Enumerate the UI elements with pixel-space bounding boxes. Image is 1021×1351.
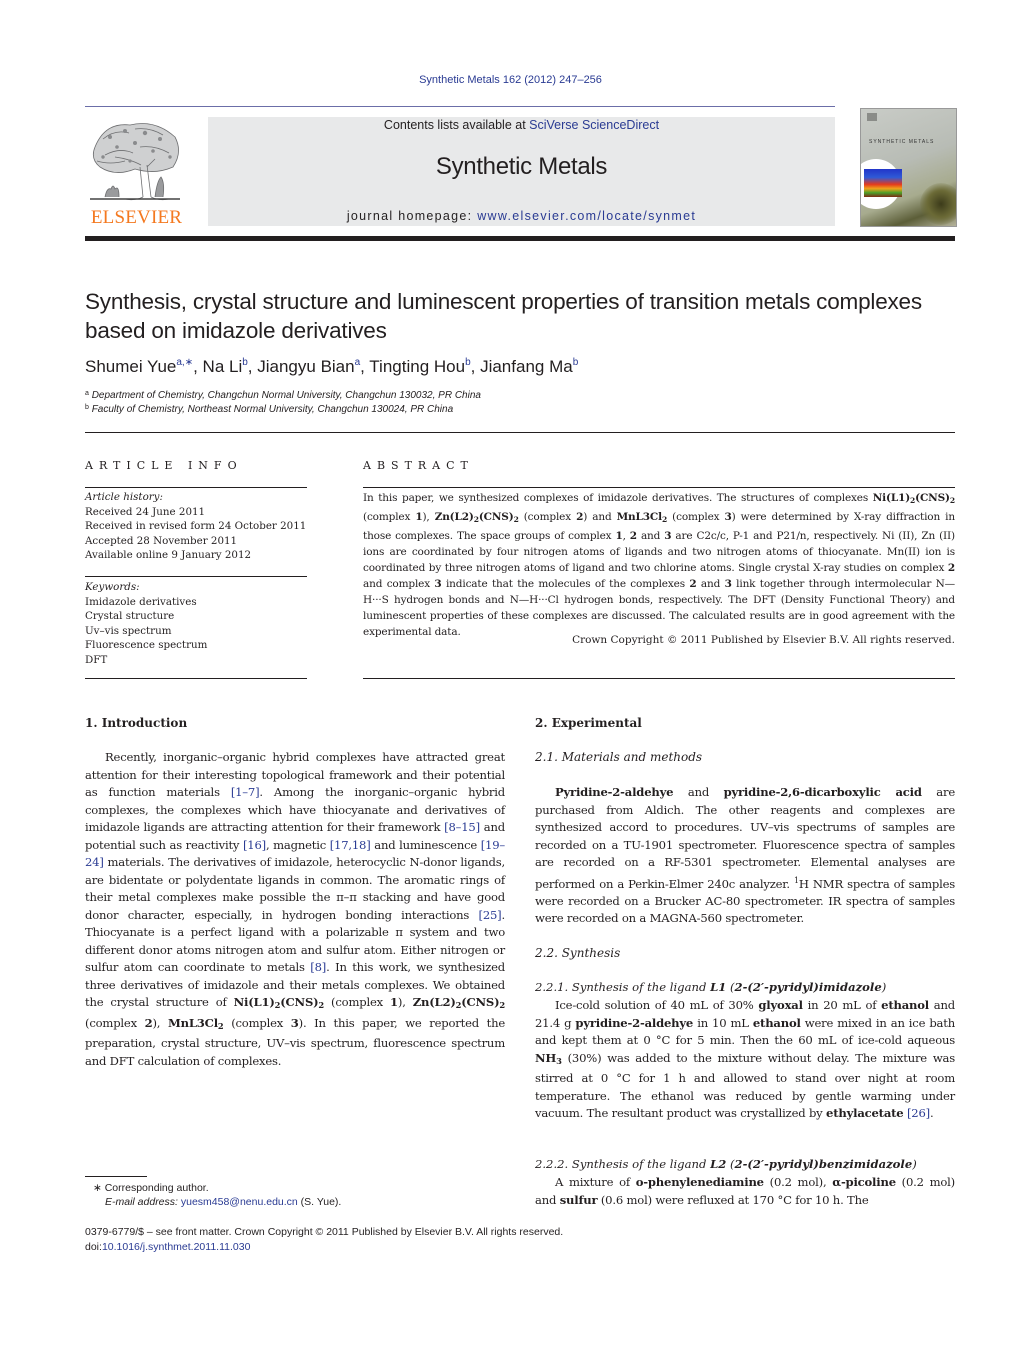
reference-link[interactable]: [16] xyxy=(243,838,266,852)
corresponding-author-note: ∗ Corresponding author. xyxy=(93,1182,209,1194)
abstract-text: In this paper, we synthesized complexes … xyxy=(363,492,955,638)
doi-line: doi:10.1016/j.synthmet.2011.11.030 xyxy=(85,1241,250,1253)
affiliation-b: b Faculty of Chemistry, Northeast Normal… xyxy=(85,404,454,415)
front-matter-note: 0379-6779/$ – see front matter. Crown Co… xyxy=(85,1226,564,1238)
article-info-heading: ARTICLE INFO xyxy=(85,459,243,472)
journal-homepage-line: journal homepage: www.elsevier.com/locat… xyxy=(208,209,835,223)
author-affiliation-mark[interactable]: a,∗ xyxy=(176,357,193,368)
article-history: Article history: Received 24 June 2011 R… xyxy=(85,490,307,563)
affiliation-a: a Department of Chemistry, Changchun Nor… xyxy=(85,390,481,401)
elsevier-logo[interactable]: ELSEVIER xyxy=(85,117,188,230)
sciencedirect-link[interactable]: SciVerse ScienceDirect xyxy=(529,118,659,132)
history-accepted: Accepted 28 November 2011 xyxy=(85,534,238,547)
reference-link[interactable]: [17,18] xyxy=(330,838,371,852)
contents-line: Contents lists available at SciVerse Sci… xyxy=(208,118,835,132)
subsubsection-heading-l2: 2.2.2. Synthesis of the ligand L2 (2-(2′… xyxy=(535,1157,917,1171)
abstract-heading: ABSTRACT xyxy=(363,459,474,472)
keyword: Imidazole derivatives xyxy=(85,595,197,608)
author[interactable]: Jiangyu Biana xyxy=(257,357,360,376)
keyword: DFT xyxy=(85,653,108,666)
author[interactable]: Jianfang Mab xyxy=(480,357,578,376)
cover-spectrum-image xyxy=(864,169,902,197)
homepage-prefix: journal homepage: xyxy=(346,209,478,223)
header-top-rule xyxy=(85,106,835,107)
footnote-rule xyxy=(85,1176,147,1177)
header-bottom-rule xyxy=(85,236,955,241)
history-online: Available online 9 January 2012 xyxy=(85,549,252,561)
paper-title: Synthesis, crystal structure and lumines… xyxy=(85,289,922,343)
author[interactable]: Na Lib xyxy=(203,357,248,376)
abstract-copyright: Crown Copyright © 2011 Published by Else… xyxy=(572,634,955,646)
history-received: Received 24 June 2011 xyxy=(85,505,206,518)
history-label: Article history: xyxy=(85,491,163,503)
introduction-text: Recently, inorganic–organic hybrid compl… xyxy=(85,750,506,1068)
section-heading-introduction: 1. Introduction xyxy=(85,716,188,730)
author-affiliation-mark[interactable]: a xyxy=(355,357,361,368)
journal-homepage-link[interactable]: www.elsevier.com/locate/synmet xyxy=(477,209,696,223)
author[interactable]: Shumei Yuea,∗ xyxy=(85,357,193,376)
email-suffix: (S. Yue). xyxy=(297,1196,342,1208)
author[interactable]: Tingting Houb xyxy=(369,357,470,376)
cover-publisher-logo xyxy=(867,113,877,121)
journal-citation[interactable]: Synthetic Metals 162 (2012) 247–256 xyxy=(0,74,1021,86)
divider xyxy=(363,678,955,679)
subsubsection-heading-l1: 2.2.1. Synthesis of the ligand L1 (2-(2′… xyxy=(535,980,887,994)
author-affiliation-mark[interactable]: b xyxy=(242,357,248,368)
email-note: E-mail address: yuesm458@nenu.edu.cn (S.… xyxy=(105,1196,341,1208)
keyword: Crystal structure xyxy=(85,610,175,622)
journal-header-box: Contents lists available at SciVerse Sci… xyxy=(208,117,835,226)
synthesis-l2-text: A mixture of o-phenylenediamine (0.2 mol… xyxy=(535,1175,955,1207)
cover-title: SYNTHETIC METALS xyxy=(869,139,935,145)
email-link[interactable]: yuesm458@nenu.edu.cn xyxy=(181,1196,298,1208)
elsevier-wordmark: ELSEVIER xyxy=(90,207,183,228)
author-list: Shumei Yuea,∗, Na Lib, Jiangyu Biana, Ti… xyxy=(85,357,579,376)
subsection-heading-synthesis: 2.2. Synthesis xyxy=(535,946,621,960)
subsection-heading-materials: 2.1. Materials and methods xyxy=(535,750,703,764)
section-heading-experimental: 2. Experimental xyxy=(535,716,642,730)
doi-link[interactable]: 10.1016/j.synthmet.2011.11.030 xyxy=(102,1241,250,1253)
divider xyxy=(85,487,307,488)
journal-cover-thumbnail[interactable]: SYNTHETIC METALS xyxy=(860,108,957,227)
keyword: Fluorescence spectrum xyxy=(85,639,208,651)
elsevier-tree-icon xyxy=(90,123,180,201)
reference-link[interactable]: [1–7] xyxy=(231,785,260,799)
keywords-label: Keywords: xyxy=(85,581,140,593)
email-label: E-mail address: xyxy=(105,1196,181,1208)
divider xyxy=(363,487,955,488)
reference-link[interactable]: [8] xyxy=(310,960,326,974)
materials-text: Pyridine-2-aldehye and pyridine-2,6-dica… xyxy=(535,785,956,926)
contents-prefix: Contents lists available at xyxy=(383,118,530,132)
reference-link[interactable]: [25] xyxy=(479,908,502,922)
divider xyxy=(85,678,307,679)
reference-link[interactable]: [26] xyxy=(907,1106,930,1120)
title-divider xyxy=(85,432,955,433)
reference-link[interactable]: [8–15] xyxy=(444,820,480,834)
author-affiliation-mark[interactable]: b xyxy=(465,357,471,368)
keywords: Keywords: Imidazole derivatives Crystal … xyxy=(85,580,307,667)
cover-decoration xyxy=(920,183,956,225)
divider xyxy=(85,576,307,577)
author-affiliation-mark[interactable]: b xyxy=(573,357,579,368)
keyword: Uv–vis spectrum xyxy=(85,624,172,637)
synthesis-l1-text: Ice-cold solution of 40 mL of 30% glyoxa… xyxy=(535,998,956,1120)
doi-prefix: doi: xyxy=(85,1241,102,1253)
history-revised: Received in revised form 24 October 2011 xyxy=(85,520,307,532)
journal-title: Synthetic Metals xyxy=(435,153,608,180)
